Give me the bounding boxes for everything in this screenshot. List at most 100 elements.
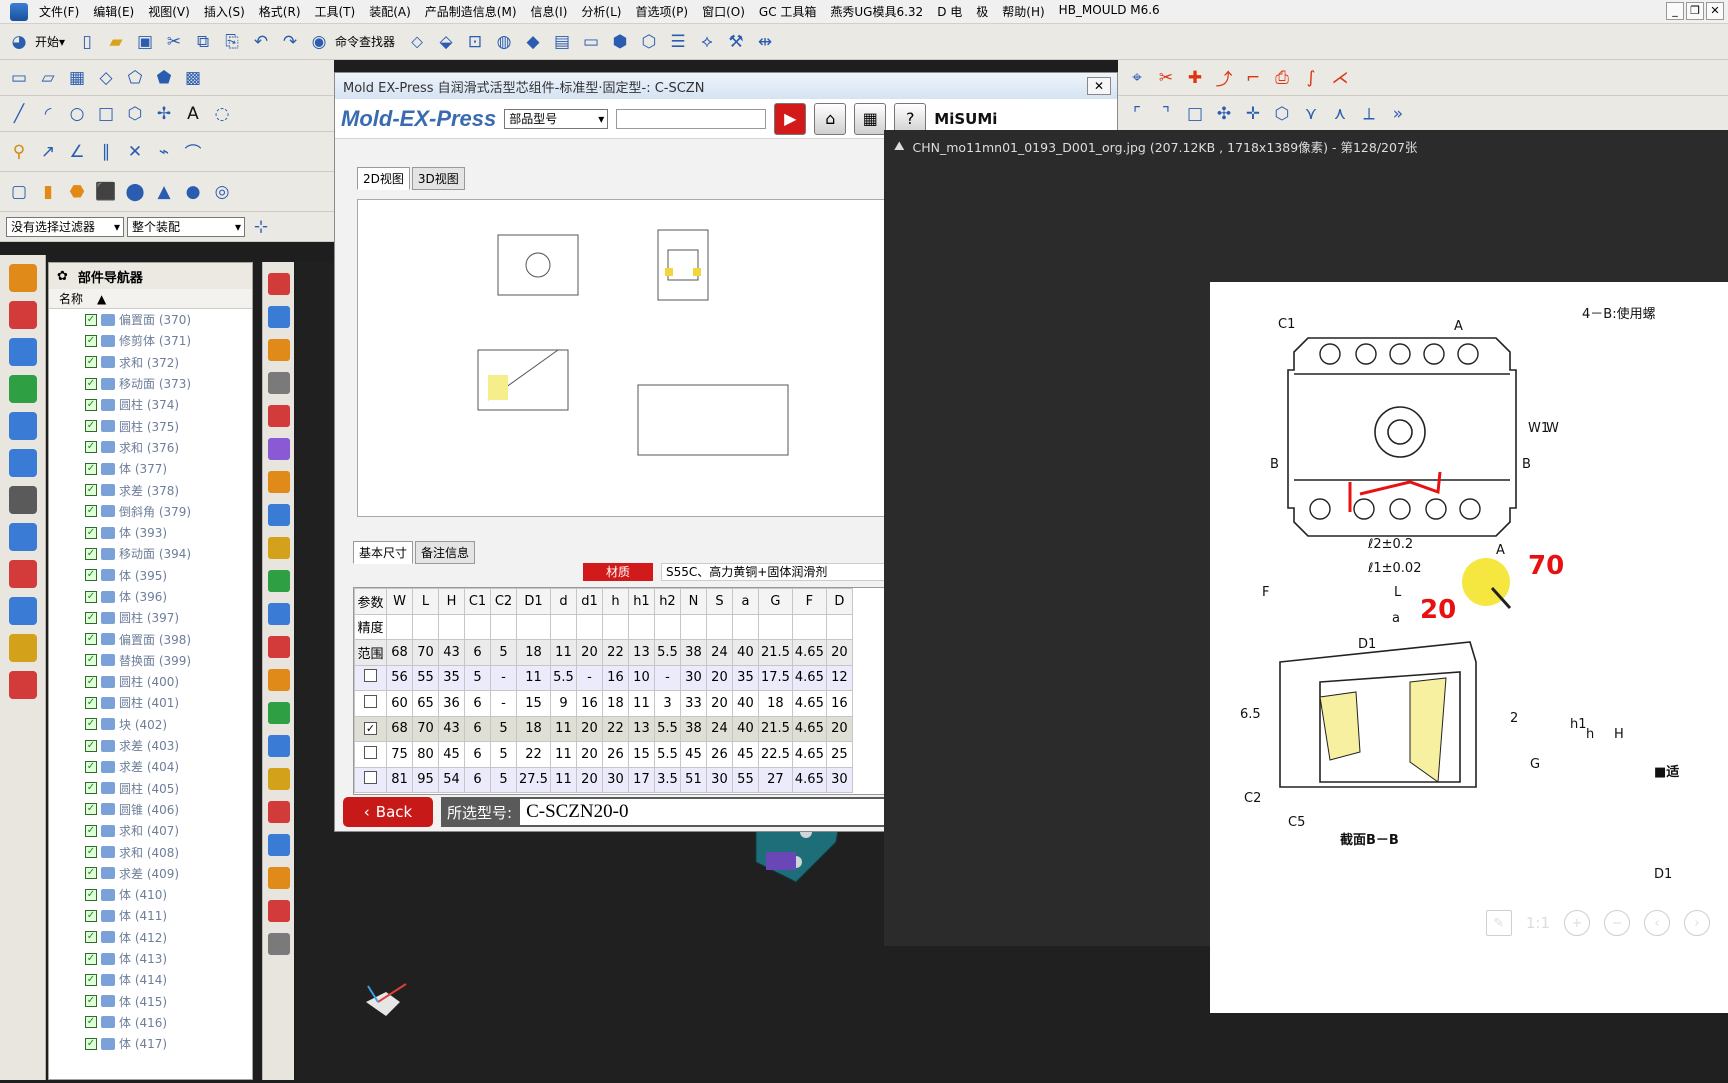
doc-icon[interactable]: ⎙: [1269, 65, 1295, 91]
visibility-checkbox[interactable]: ✓: [85, 952, 97, 965]
revolve-icon[interactable]: ⬣: [64, 179, 90, 205]
selection-filter[interactable]: 没有选择过滤器: [6, 216, 124, 237]
bend-icon[interactable]: ⤴: [1211, 65, 1237, 91]
menu-item[interactable]: 首选项(P): [628, 3, 695, 20]
circle-icon[interactable]: ○: [64, 101, 90, 127]
rect-icon[interactable]: □: [93, 101, 119, 127]
dimension-icon[interactable]: ↗: [35, 139, 61, 165]
rectangle-icon[interactable]: ▱: [35, 65, 61, 91]
join-icon[interactable]: ⋏: [1327, 101, 1353, 127]
row-checkbox[interactable]: [364, 669, 377, 683]
tree-item[interactable]: ✓ 体 (395): [49, 565, 252, 586]
tree-item[interactable]: ✓ 体 (417): [49, 1033, 252, 1054]
hole-icon[interactable]: ◎: [209, 179, 235, 205]
trim-icon[interactable]: ⌁: [151, 139, 177, 165]
tool-button[interactable]: [267, 570, 290, 592]
tree-item[interactable]: ✓ 偏置面 (370): [49, 309, 252, 330]
cylinder-icon[interactable]: ⬤: [122, 179, 148, 205]
mesh-icon[interactable]: ▩: [180, 65, 206, 91]
tool-button[interactable]: [267, 537, 290, 559]
visibility-checkbox[interactable]: ✓: [85, 505, 97, 518]
tree-item[interactable]: ✓ 体 (412): [49, 927, 252, 948]
tree-item[interactable]: ✓ 体 (413): [49, 948, 252, 969]
menu-item[interactable]: 产品制造信息(M): [418, 3, 524, 20]
menu-item[interactable]: 编辑(E): [86, 3, 141, 20]
table-row[interactable]: 56 55 35 5-11 5.5-16 10-30 20 35 17.5 4.65 12: [354, 664, 853, 691]
tree-item[interactable]: ✓ 圆柱 (401): [49, 692, 252, 713]
menu-item[interactable]: 极: [969, 3, 995, 20]
tree-item[interactable]: ✓ 倒斜角 (379): [49, 501, 252, 522]
text-icon[interactable]: A: [180, 101, 206, 127]
polygon-icon[interactable]: ⬡: [122, 101, 148, 127]
trim-curve-icon[interactable]: ✂: [1153, 65, 1179, 91]
navigator-gear-icon[interactable]: ✿: [57, 269, 68, 284]
tree-item[interactable]: ✓ 求差 (409): [49, 863, 252, 884]
tab-3d-view[interactable]: 3D视图: [411, 167, 465, 190]
tool-button[interactable]: [267, 504, 290, 526]
parallel-icon[interactable]: ∥: [93, 139, 119, 165]
visibility-checkbox[interactable]: ✓: [85, 654, 97, 667]
table-row[interactable]: ✓ 68 70 43 6 5 18 11 20 22 13 5.5 38 24 40 21.5 4.65 20: [354, 715, 853, 742]
redo-icon[interactable]: ↷: [277, 29, 303, 55]
row-checkbox[interactable]: [364, 745, 377, 759]
menu-item[interactable]: D 电: [930, 3, 969, 20]
tree-item[interactable]: ✓ 求差 (403): [49, 735, 252, 756]
tool-button[interactable]: [267, 768, 290, 790]
extend-icon[interactable]: ⟂: [1356, 101, 1382, 127]
tab-notes[interactable]: 备注信息: [415, 541, 476, 564]
dock-tab[interactable]: [8, 412, 37, 440]
sweep-icon[interactable]: ⬟: [151, 65, 177, 91]
dock-tab[interactable]: [8, 634, 37, 662]
part-number-input[interactable]: [616, 108, 767, 129]
table-icon[interactable]: ☰: [665, 29, 691, 55]
visibility-checkbox[interactable]: ✓: [85, 334, 97, 347]
constraint-icon[interactable]: ⚲: [6, 139, 32, 165]
menu-item[interactable]: 插入(S): [197, 3, 252, 20]
dock-tab[interactable]: [8, 264, 37, 292]
edit-icon[interactable]: ✎: [1485, 910, 1512, 936]
rect-select-icon[interactable]: ▭: [578, 29, 604, 55]
tree-item[interactable]: ✓ 求和 (376): [49, 437, 252, 458]
render-icon[interactable]: ◍: [491, 29, 517, 55]
table-row[interactable]: 81 95 54 6 5 27.5 11 20 30 17 3.5 51 30 55 27 4.65 30: [354, 766, 853, 793]
row-select-cell[interactable]: ✓: [354, 715, 387, 742]
tree-item[interactable]: ✓ 移动面 (394): [49, 543, 252, 564]
visibility-checkbox[interactable]: ✓: [85, 696, 97, 709]
tree-item[interactable]: ✓ 体 (396): [49, 586, 252, 607]
divide-icon[interactable]: ✚: [1182, 65, 1208, 91]
visibility-checkbox[interactable]: ✓: [85, 313, 97, 326]
curve-edit-icon[interactable]: ∫: [1298, 65, 1324, 91]
visibility-checkbox[interactable]: ✓: [85, 995, 97, 1008]
tool-button[interactable]: [267, 801, 290, 823]
tool-button[interactable]: [267, 372, 290, 394]
visibility-checkbox[interactable]: ✓: [85, 803, 97, 816]
copy-icon[interactable]: ⧉: [190, 29, 216, 55]
visibility-checkbox[interactable]: ✓: [85, 356, 97, 369]
tool-button[interactable]: [267, 603, 290, 625]
visibility-checkbox[interactable]: ✓: [85, 973, 97, 986]
next-icon[interactable]: ›: [1684, 910, 1710, 936]
hatch-icon[interactable]: ▦: [64, 65, 90, 91]
visibility-checkbox[interactable]: ✓: [85, 760, 97, 773]
part-type-select[interactable]: 部品型号: [504, 108, 609, 129]
visibility-checkbox[interactable]: ✓: [85, 675, 97, 688]
cut-icon[interactable]: ✂: [161, 29, 187, 55]
more-icon[interactable]: »: [1385, 101, 1411, 127]
line-icon[interactable]: ╱: [6, 101, 32, 127]
row-checkbox[interactable]: [364, 771, 377, 785]
tree-item[interactable]: ✓ 块 (402): [49, 714, 252, 735]
tree-item[interactable]: ✓ 圆柱 (375): [49, 415, 252, 436]
node-icon[interactable]: ✣: [1211, 101, 1237, 127]
layer-icon[interactable]: ▤: [549, 29, 575, 55]
row-select-cell[interactable]: [354, 690, 387, 717]
command-finder-icon[interactable]: ◉: [306, 29, 332, 55]
tool-button[interactable]: [267, 933, 290, 955]
restore-icon[interactable]: ❐: [1686, 2, 1704, 20]
arc-icon[interactable]: ◜: [35, 101, 61, 127]
dock-tab[interactable]: [8, 301, 37, 329]
menu-item[interactable]: 装配(A): [362, 3, 418, 20]
tool-button[interactable]: [267, 306, 290, 328]
table-row[interactable]: 60 65 36 6-15 9 16 18 11 3 33 20 40 18 4.65 16: [354, 690, 853, 717]
component-icon[interactable]: ⬡: [636, 29, 662, 55]
visibility-checkbox[interactable]: ✓: [85, 526, 97, 539]
